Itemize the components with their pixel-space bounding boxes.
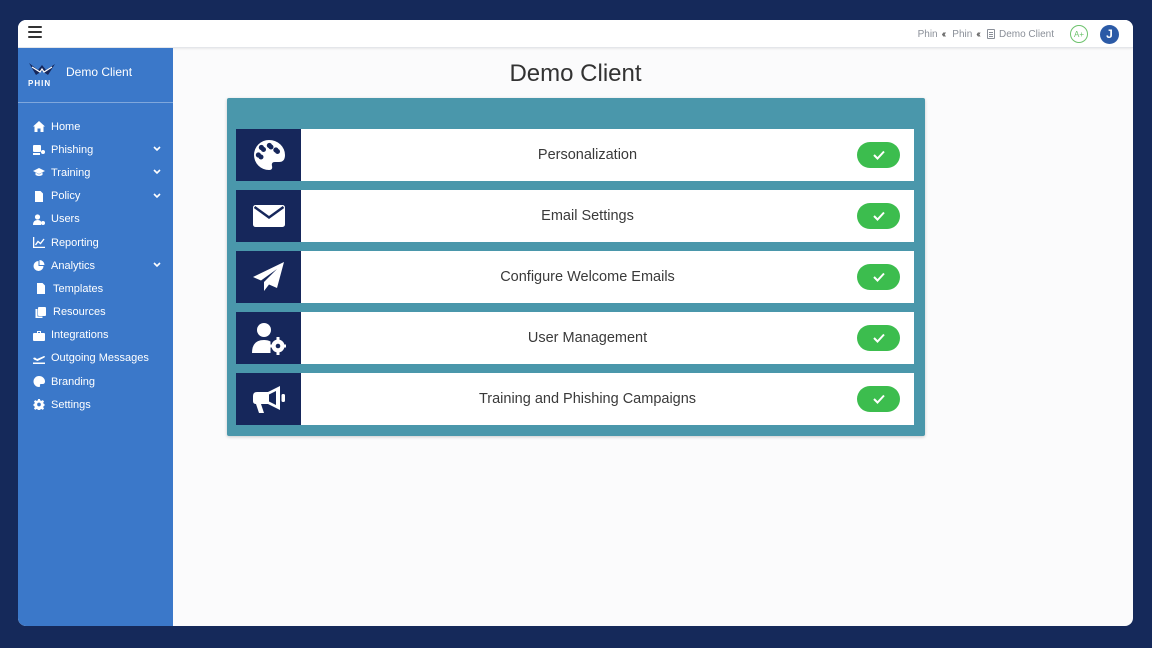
step-training-and-phishing-campaigns[interactable]: Training and Phishing Campaigns (236, 373, 914, 425)
breadcrumb-item-demo-client[interactable]: Demo Client (986, 28, 1054, 40)
chevron-down-icon[interactable] (153, 191, 161, 203)
check-icon (872, 394, 885, 404)
complete-check-button[interactable] (857, 386, 900, 412)
sidebar-item-label: Phishing (51, 143, 94, 156)
pie-chart-icon (32, 260, 45, 272)
sidebar-item-label: Outgoing Messages (51, 352, 149, 365)
step-label: Configure Welcome Emails (500, 269, 675, 285)
sidebar-item-resources[interactable]: Resources (18, 301, 173, 324)
chevron-down-icon[interactable] (153, 260, 161, 272)
sidebar-item-branding[interactable]: Branding (18, 370, 173, 393)
sidebar-item-label: Reporting (51, 236, 99, 249)
envelope-icon (236, 190, 301, 242)
phin-logo-icon: PHIN (28, 61, 56, 89)
palette-icon (32, 376, 45, 388)
gear-icon (32, 399, 45, 411)
sidebar-item-label: Resources (53, 306, 106, 319)
sidebar-item-label: Integrations (51, 329, 109, 342)
chevron-down-icon[interactable] (153, 144, 161, 156)
paper-plane-icon (236, 251, 301, 303)
sidebar-item-label: Templates (53, 282, 104, 295)
complete-check-button[interactable] (857, 325, 900, 351)
sidebar-item-label: Analytics (51, 259, 96, 272)
chevron-down-icon[interactable] (153, 167, 161, 179)
step-label: Training and Phishing Campaigns (478, 391, 697, 407)
sidebar-item-label: Home (51, 120, 81, 133)
sidebar-item-label: Users (51, 213, 80, 226)
copy-icon (34, 306, 47, 318)
check-icon (872, 333, 885, 343)
double-chevron-left-icon: ‹‹ (941, 28, 946, 40)
sidebar-item-label: Policy (51, 190, 81, 203)
double-chevron-left-icon: ‹‹ (976, 28, 980, 40)
sidebar-item-home[interactable]: Home (18, 115, 173, 138)
home-icon (32, 121, 45, 133)
sidebar-item-reporting[interactable]: Reporting (18, 231, 173, 254)
breadcrumb-label: Phin (952, 28, 973, 40)
breadcrumb-label: Demo Client (998, 28, 1054, 40)
sidebar-item-settings[interactable]: Settings (18, 393, 173, 416)
sidebar-item-label: Branding (51, 375, 96, 388)
sidebar-item-templates[interactable]: Templates (18, 277, 173, 300)
hamburger-menu-icon[interactable] (28, 26, 42, 38)
avatar[interactable]: J (1100, 24, 1119, 44)
sidebar-item-training[interactable]: Training (18, 161, 173, 184)
onboarding-checklist: Personalization Email Settings Configure… (227, 98, 925, 436)
graduation-cap-icon (32, 167, 45, 178)
sidebar-item-label: Settings (51, 398, 91, 411)
breadcrumb-label: Phin (917, 28, 938, 40)
page-title: Demo Client (509, 60, 642, 87)
plane-departure-icon (32, 353, 45, 364)
users-cog-icon (32, 214, 45, 225)
step-label: Personalization (537, 147, 638, 163)
app-window: Phin ‹‹ Phin ‹‹ Demo Client A+ J PHIN De… (18, 20, 1133, 626)
step-personalization[interactable]: Personalization (236, 129, 914, 181)
sidebar-brand[interactable]: PHIN Demo Client (18, 48, 173, 103)
step-label: User Management (527, 330, 648, 346)
complete-check-button[interactable] (857, 142, 900, 168)
top-bar: Phin ‹‹ Phin ‹‹ Demo Client A+ J (18, 20, 1133, 48)
breadcrumb-item-phin-1[interactable]: Phin ‹‹ (917, 28, 946, 40)
check-icon (872, 150, 885, 160)
breadcrumb: Phin ‹‹ Phin ‹‹ Demo Client A+ J (918, 20, 1119, 48)
file-code-icon (34, 283, 47, 295)
step-user-management[interactable]: User Management (236, 312, 914, 364)
toolbox-icon (32, 330, 45, 341)
sidebar-item-users[interactable]: Users (18, 208, 173, 231)
chart-line-icon (32, 237, 45, 249)
sidebar-item-phishing[interactable]: Phishing (18, 138, 173, 161)
building-icon (986, 29, 995, 39)
client-name: Demo Client (66, 65, 133, 79)
phishing-icon (32, 144, 45, 156)
file-icon (32, 190, 45, 202)
sidebar-item-policy[interactable]: Policy (18, 185, 173, 208)
palette-icon (236, 129, 301, 181)
sidebar-item-analytics[interactable]: Analytics (18, 254, 173, 277)
sidebar-item-outgoing-messages[interactable]: Outgoing Messages (18, 347, 173, 370)
step-label: Email Settings (541, 208, 634, 224)
sidebar-nav: Home Phishing Training Policy Users Repo… (18, 103, 173, 416)
complete-check-button[interactable] (857, 264, 900, 290)
check-icon (872, 272, 885, 282)
step-configure-welcome-emails[interactable]: Configure Welcome Emails (236, 251, 914, 303)
megaphone-icon (236, 373, 301, 425)
brand-wordmark: PHIN (28, 79, 52, 88)
check-icon (872, 211, 885, 221)
step-email-settings[interactable]: Email Settings (236, 190, 914, 242)
user-cog-icon (236, 312, 301, 364)
breadcrumb-item-phin-2[interactable]: Phin ‹‹ (952, 28, 980, 40)
sidebar-item-label: Training (51, 166, 91, 179)
complete-check-button[interactable] (857, 203, 900, 229)
grade-badge[interactable]: A+ (1070, 25, 1088, 43)
sidebar: PHIN Demo Client Home Phishing Training (18, 48, 173, 626)
sidebar-item-integrations[interactable]: Integrations (18, 324, 173, 347)
